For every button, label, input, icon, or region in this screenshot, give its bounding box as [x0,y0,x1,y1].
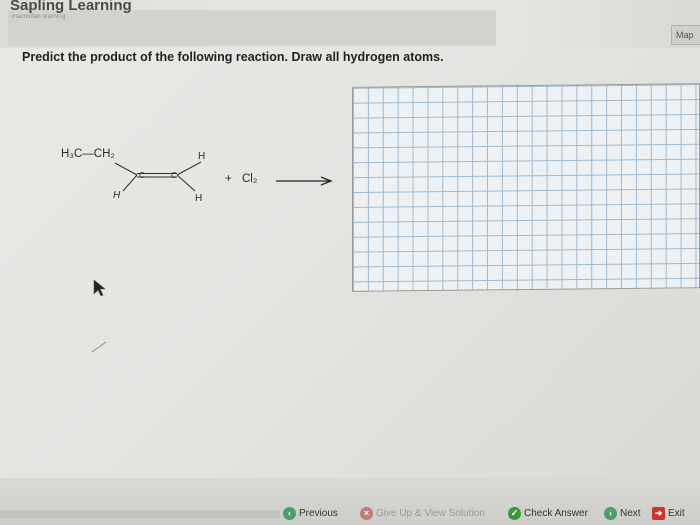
reagent-label: Cl₂ [242,173,258,185]
plus-sign: + [225,173,232,185]
drawing-canvas[interactable] [352,83,700,292]
h-top-right-label: H [198,151,206,162]
previous-button[interactable]: ‹ Previous [283,505,338,521]
give-up-button[interactable]: × Give Up & View Solution [360,505,485,521]
check-answer-label: Check Answer [524,507,588,519]
exit-label: Exit [668,507,685,519]
next-button[interactable]: › Next [604,505,641,521]
mouse-cursor-icon [93,279,106,297]
next-label: Next [620,507,641,519]
map-button[interactable]: Map [671,25,700,45]
pencil-mark-icon [91,341,107,353]
arrow-right-icon: › [604,506,617,520]
h-bottom-left-label: H [113,190,121,201]
check-icon: ✓ [508,506,521,520]
carbon-left-label: C [139,171,145,180]
question-prompt: Predict the product of the following rea… [22,50,444,64]
app-title: Sapling Learning [10,0,132,14]
carbon-right-label: C [171,171,177,180]
reaction-diagram: H₃C—CH₂ C C H H H + Cl₂ [55,140,355,220]
h-bottom-right-label: H [195,193,203,204]
exit-icon: ➜ [652,506,665,520]
app-subtitle: macmillan learning [12,14,66,20]
previous-label: Previous [299,507,338,519]
x-circle-icon: × [360,506,373,520]
header-strip [8,10,496,46]
exit-button[interactable]: ➜ Exit [652,505,685,521]
give-up-label: Give Up & View Solution [376,507,485,519]
arrow-left-icon: ‹ [283,506,296,520]
check-answer-button[interactable]: ✓ Check Answer [508,505,588,521]
bottom-strip [0,510,280,518]
